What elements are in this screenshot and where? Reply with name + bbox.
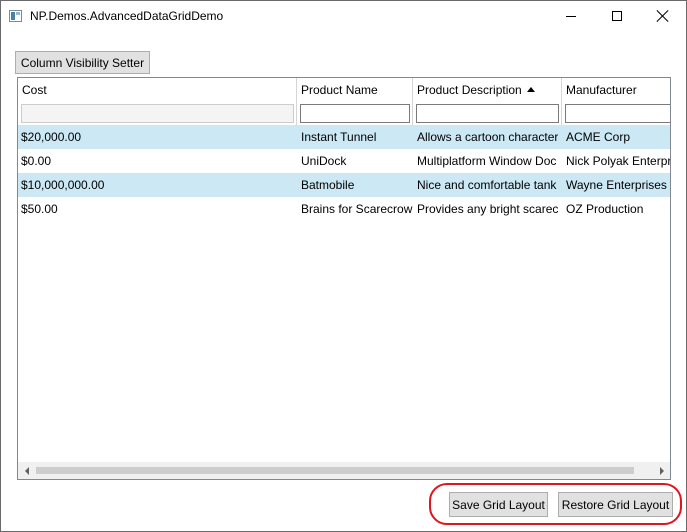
save-grid-layout-button[interactable]: Save Grid Layout xyxy=(449,492,548,517)
close-button[interactable] xyxy=(640,1,686,31)
minimize-icon xyxy=(566,15,576,17)
title-bar[interactable]: NP.Demos.AdvancedDataGridDemo xyxy=(1,1,686,31)
scroll-right-button[interactable] xyxy=(653,462,670,479)
minimize-button[interactable] xyxy=(548,1,594,31)
column-header-manufacturer[interactable]: Manufacturer xyxy=(562,78,670,102)
table-row[interactable]: $10,000,000.00 Batmobile Nice and comfor… xyxy=(18,173,670,197)
filter-cell-manufacturer xyxy=(562,102,670,125)
cost-cell: $10,000,000.00 xyxy=(21,178,105,192)
product-name-cell: Brains for Scarecrow xyxy=(301,202,413,216)
product-description-cell: Nice and comfortable tank xyxy=(417,178,557,192)
column-header-label: Manufacturer xyxy=(566,83,637,97)
sort-ascending-icon xyxy=(526,87,535,92)
filter-row xyxy=(18,102,670,125)
chevron-right-icon xyxy=(659,466,664,475)
maximize-button[interactable] xyxy=(594,1,640,31)
product-name-cell: UniDock xyxy=(301,154,347,168)
product-name-cell: Batmobile xyxy=(301,178,355,192)
cost-cell: $20,000.00 xyxy=(21,130,82,144)
column-header-product-description[interactable]: Product Description xyxy=(413,78,562,102)
column-header-label: Product Name xyxy=(301,83,378,97)
chevron-left-icon xyxy=(24,466,29,475)
products-data-grid[interactable]: Cost Product Name Product Description Ma… xyxy=(17,77,671,480)
scroll-left-button[interactable] xyxy=(18,462,35,479)
window-app-icon xyxy=(9,10,22,22)
manufacturer-cell: Nick Polyak Enterpri xyxy=(566,154,670,168)
product-description-filter-input[interactable] xyxy=(416,104,559,123)
product-name-cell: Instant Tunnel xyxy=(301,130,377,144)
close-icon xyxy=(657,10,669,22)
restore-grid-layout-button[interactable]: Restore Grid Layout xyxy=(558,492,673,517)
filter-cell-product-name xyxy=(297,102,413,125)
column-header-row: Cost Product Name Product Description Ma… xyxy=(18,78,670,102)
cost-filter-input[interactable] xyxy=(21,104,294,123)
table-row[interactable]: $50.00 Brains for Scarecrow Provides any… xyxy=(18,197,670,221)
column-header-label: Product Description xyxy=(417,83,522,97)
app-window: NP.Demos.AdvancedDataGridDemo Column Vis… xyxy=(0,0,687,532)
window-title: NP.Demos.AdvancedDataGridDemo xyxy=(30,9,224,23)
filter-cell-product-description xyxy=(413,102,562,125)
column-header-product-name[interactable]: Product Name xyxy=(297,78,413,102)
cost-cell: $50.00 xyxy=(21,202,58,216)
column-visibility-button[interactable]: Column Visibility Setter xyxy=(15,51,150,74)
product-description-cell: Provides any bright scarecr xyxy=(417,202,558,216)
manufacturer-cell: ACME Corp xyxy=(566,130,631,144)
table-row[interactable]: $0.00 UniDock Multiplatform Window Doc N… xyxy=(18,149,670,173)
scrollbar-thumb[interactable] xyxy=(36,467,634,474)
manufacturer-cell: OZ Production xyxy=(566,202,644,216)
column-header-label: Cost xyxy=(22,83,47,97)
manufacturer-cell: Wayne Enterprises xyxy=(566,178,667,192)
product-description-cell: Multiplatform Window Doc xyxy=(417,154,557,168)
cost-cell: $0.00 xyxy=(21,154,52,168)
table-row[interactable]: $20,000.00 Instant Tunnel Allows a carto… xyxy=(18,125,670,149)
horizontal-scrollbar[interactable] xyxy=(18,462,670,479)
product-name-filter-input[interactable] xyxy=(300,104,410,123)
product-description-cell: Allows a cartoon character xyxy=(417,130,558,144)
column-header-cost[interactable]: Cost xyxy=(18,78,297,102)
manufacturer-filter-input[interactable] xyxy=(565,104,670,123)
maximize-icon xyxy=(612,11,622,21)
filter-cell-cost xyxy=(18,102,297,125)
